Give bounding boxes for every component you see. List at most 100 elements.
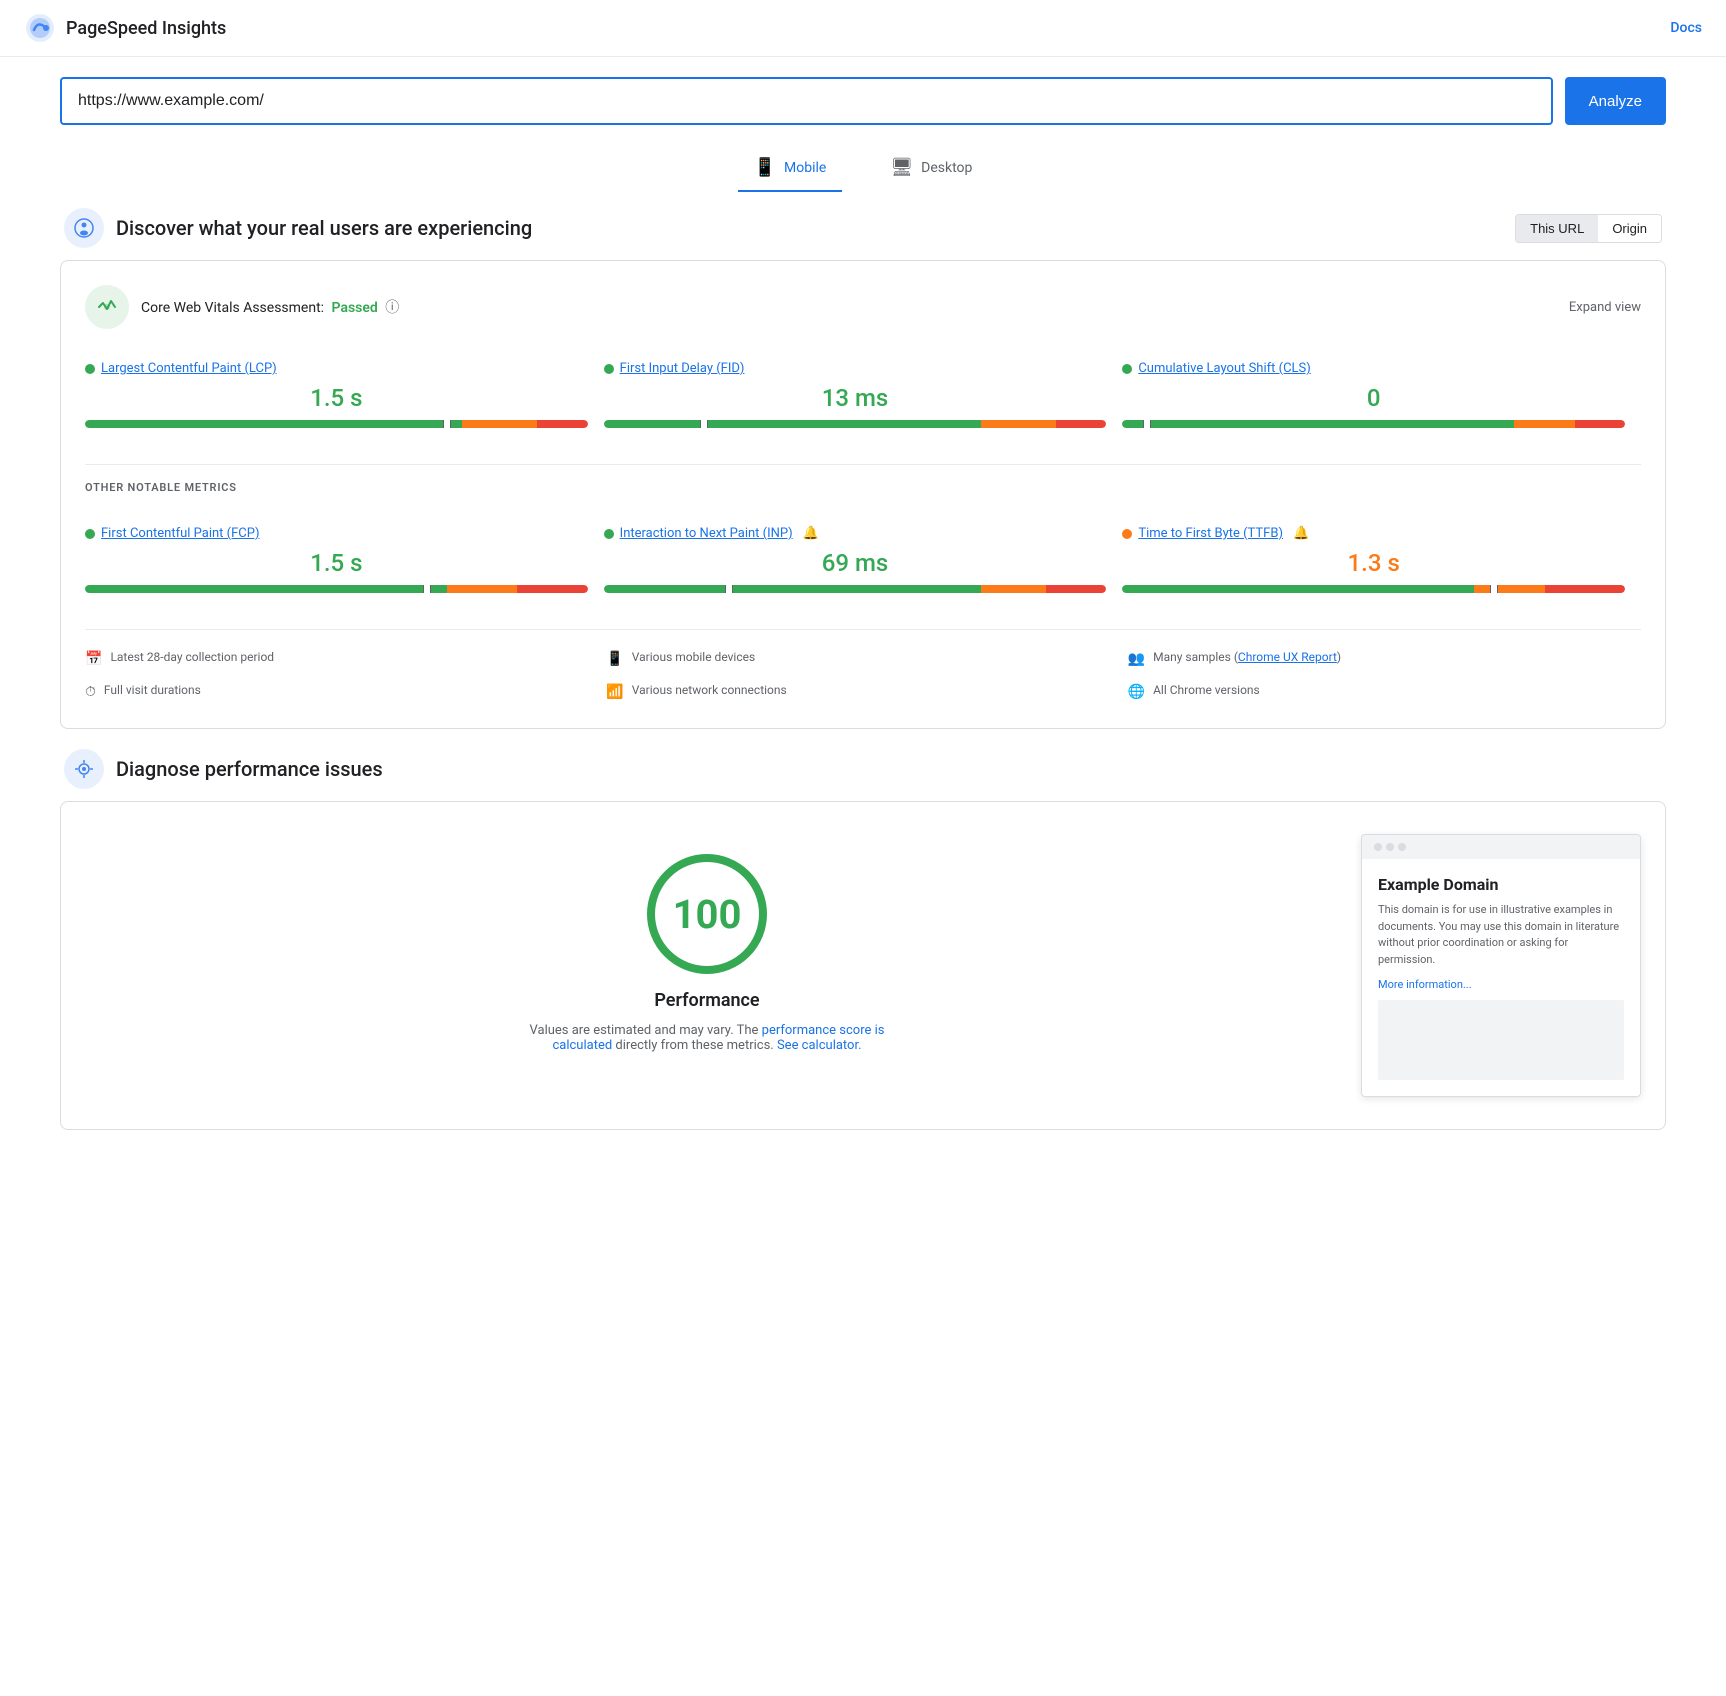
perf-description: Values are estimated and may vary. The p… bbox=[527, 1023, 887, 1053]
cls-bar bbox=[1122, 420, 1625, 428]
core-metrics-grid: Largest Contentful Paint (LCP) 1.5 s Fir… bbox=[85, 345, 1641, 448]
tab-mobile-label: Mobile bbox=[784, 160, 826, 176]
perf-desc-start: Values are estimated and may vary. The bbox=[530, 1023, 759, 1038]
tab-mobile[interactable]: 📱 Mobile bbox=[738, 149, 843, 192]
info-collection-text: Latest 28-day collection period bbox=[110, 650, 274, 664]
other-metrics-label: OTHER NOTABLE METRICS bbox=[85, 481, 1641, 494]
discover-section-header: Discover what your real users are experi… bbox=[60, 208, 1666, 248]
mobile-icon: 📱 bbox=[754, 157, 776, 178]
device-tabs: 📱 Mobile 🖥 Desktop bbox=[0, 141, 1726, 192]
lcp-bar bbox=[85, 420, 588, 428]
inp-alert-icon: 🔔 bbox=[803, 526, 819, 541]
metric-fid: First Input Delay (FID) 13 ms bbox=[604, 345, 1123, 448]
ttfb-bar bbox=[1122, 585, 1625, 593]
perf-content: 100 Performance Values are estimated and… bbox=[85, 834, 1641, 1097]
preview-dots bbox=[1374, 843, 1406, 851]
score-circle: 100 bbox=[647, 854, 767, 974]
diagnose-title: Diagnose performance issues bbox=[116, 757, 383, 781]
info-network: 📶 Various network connections bbox=[606, 679, 1119, 704]
section-title-row: Discover what your real users are experi… bbox=[64, 208, 532, 248]
cwv-status: Passed bbox=[332, 300, 378, 316]
docs-link[interactable]: Docs bbox=[1670, 20, 1702, 36]
cls-value: 0 bbox=[1122, 384, 1625, 412]
header-left: PageSpeed Insights bbox=[24, 12, 226, 44]
metric-ttfb-label: Time to First Byte (TTFB) 🔔 bbox=[1122, 526, 1625, 541]
inp-name[interactable]: Interaction to Next Paint (INP) bbox=[620, 526, 793, 541]
preview-body: Example Domain This domain is for use in… bbox=[1362, 859, 1640, 1096]
calculator-link[interactable]: See calculator. bbox=[777, 1038, 862, 1053]
metric-lcp: Largest Contentful Paint (LCP) 1.5 s bbox=[85, 345, 604, 448]
fcp-bar bbox=[85, 585, 588, 593]
analyze-button[interactable]: Analyze bbox=[1565, 77, 1666, 125]
cwv-header: Core Web Vitals Assessment: Passed ⓘ Exp… bbox=[85, 285, 1641, 329]
main-content: Discover what your real users are experi… bbox=[0, 208, 1726, 1130]
metric-cls: Cumulative Layout Shift (CLS) 0 bbox=[1122, 345, 1641, 448]
fcp-name[interactable]: First Contentful Paint (FCP) bbox=[101, 526, 260, 541]
preview-text: This domain is for use in illustrative e… bbox=[1378, 902, 1624, 968]
fcp-dot bbox=[85, 529, 95, 539]
perf-left: 100 Performance Values are estimated and… bbox=[85, 834, 1329, 1053]
url-input[interactable] bbox=[60, 77, 1553, 125]
site-preview: Example Domain This domain is for use in… bbox=[1361, 834, 1641, 1097]
inp-value: 69 ms bbox=[604, 549, 1107, 577]
diagnose-title-row: Diagnose performance issues bbox=[64, 749, 383, 789]
pagespeed-logo bbox=[24, 12, 56, 44]
metric-fcp-label: First Contentful Paint (FCP) bbox=[85, 526, 588, 541]
origin-button[interactable]: Origin bbox=[1598, 215, 1661, 242]
preview-site-title: Example Domain bbox=[1378, 875, 1624, 894]
timer-icon: ⏱ bbox=[85, 684, 96, 700]
app-title: PageSpeed Insights bbox=[66, 18, 226, 39]
preview-image-placeholder bbox=[1378, 1000, 1624, 1080]
info-chrome: 🌐 All Chrome versions bbox=[1128, 679, 1641, 704]
calendar-icon: 📅 bbox=[85, 651, 102, 667]
ttfb-name[interactable]: Time to First Byte (TTFB) bbox=[1138, 526, 1283, 541]
cwv-label-text: Core Web Vitals Assessment: bbox=[141, 300, 324, 316]
this-url-button[interactable]: This URL bbox=[1516, 215, 1598, 242]
ttfb-value: 1.3 s bbox=[1122, 549, 1625, 577]
inp-dot bbox=[604, 529, 614, 539]
performance-title: Performance bbox=[654, 990, 759, 1011]
chrome-ux-link[interactable]: Chrome UX Report bbox=[1238, 650, 1337, 664]
inp-bar bbox=[604, 585, 1107, 593]
preview-header bbox=[1362, 835, 1640, 859]
info-samples-text: Many samples (Chrome UX Report) bbox=[1153, 650, 1341, 664]
help-icon[interactable]: ⓘ bbox=[385, 300, 399, 316]
info-chrome-text: All Chrome versions bbox=[1153, 683, 1260, 697]
info-devices: 📱 Various mobile devices bbox=[606, 646, 1119, 671]
search-row: Analyze bbox=[60, 77, 1666, 125]
info-samples: 👥 Many samples (Chrome UX Report) bbox=[1128, 646, 1641, 671]
fid-dot bbox=[604, 364, 614, 374]
metric-lcp-label: Largest Contentful Paint (LCP) bbox=[85, 361, 588, 376]
discover-icon bbox=[64, 208, 104, 248]
preview-dot-3 bbox=[1398, 843, 1406, 851]
fid-name[interactable]: First Input Delay (FID) bbox=[620, 361, 745, 376]
cwv-icon bbox=[85, 285, 129, 329]
app-header: PageSpeed Insights Docs bbox=[0, 0, 1726, 57]
expand-view-link[interactable]: Expand view bbox=[1569, 300, 1641, 315]
info-collection-period: 📅 Latest 28-day collection period bbox=[85, 646, 598, 671]
metric-inp-label: Interaction to Next Paint (INP) 🔔 bbox=[604, 526, 1107, 541]
cls-name[interactable]: Cumulative Layout Shift (CLS) bbox=[1138, 361, 1310, 376]
preview-more-link[interactable]: More information... bbox=[1378, 978, 1472, 991]
diagnose-section-header: Diagnose performance issues bbox=[60, 749, 1666, 789]
ttfb-alert-icon: 🔔 bbox=[1293, 526, 1309, 541]
lcp-name[interactable]: Largest Contentful Paint (LCP) bbox=[101, 361, 277, 376]
cwv-title-row: Core Web Vitals Assessment: Passed ⓘ bbox=[85, 285, 399, 329]
metrics-divider bbox=[85, 464, 1641, 465]
cwv-assessment-label: Core Web Vitals Assessment: Passed ⓘ bbox=[141, 297, 399, 317]
tab-desktop[interactable]: 🖥 Desktop bbox=[874, 149, 988, 192]
info-visit-text: Full visit durations bbox=[104, 683, 201, 697]
cwv-card: Core Web Vitals Assessment: Passed ⓘ Exp… bbox=[60, 260, 1666, 729]
fid-bar bbox=[604, 420, 1107, 428]
network-icon: 📶 bbox=[606, 684, 623, 700]
desktop-icon: 🖥 bbox=[890, 157, 913, 178]
lcp-value: 1.5 s bbox=[85, 384, 588, 412]
perf-desc-end: directly from these metrics. bbox=[615, 1038, 773, 1053]
performance-card: 100 Performance Values are estimated and… bbox=[60, 801, 1666, 1130]
performance-score: 100 bbox=[673, 891, 742, 938]
metric-cls-label: Cumulative Layout Shift (CLS) bbox=[1122, 361, 1625, 376]
ttfb-dot bbox=[1122, 529, 1132, 539]
lcp-dot bbox=[85, 364, 95, 374]
tab-desktop-label: Desktop bbox=[921, 160, 972, 176]
metric-ttfb: Time to First Byte (TTFB) 🔔 1.3 s bbox=[1122, 510, 1641, 613]
